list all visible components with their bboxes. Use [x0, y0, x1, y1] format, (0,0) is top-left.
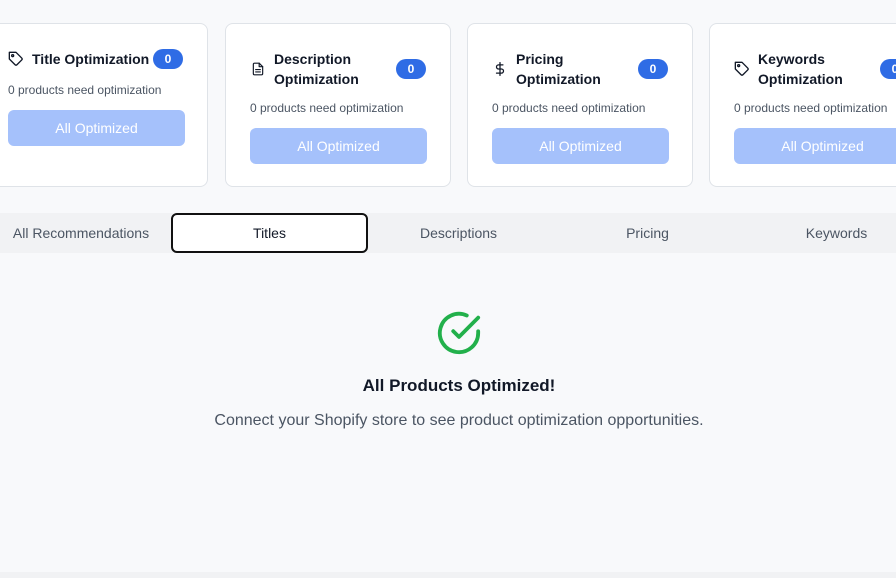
tab-keywords[interactable]: Keywords — [745, 213, 896, 253]
count-badge: 0 — [153, 49, 183, 69]
optimization-cards: Title Optimization 0 0 products need opt… — [0, 0, 896, 200]
count-badge: 0 — [880, 59, 896, 79]
check-circle-icon — [436, 310, 482, 361]
all-optimized-button[interactable]: All Optimized — [250, 128, 427, 164]
dollar-icon — [492, 61, 508, 77]
all-optimized-button[interactable]: All Optimized — [734, 128, 896, 164]
count-badge: 0 — [396, 59, 426, 79]
empty-state-subtitle: Connect your Shopify store to see produc… — [214, 412, 704, 429]
card-title: Description Optimization — [274, 51, 359, 87]
all-optimized-button[interactable]: All Optimized — [8, 110, 185, 146]
tab-pricing[interactable]: Pricing — [556, 213, 739, 253]
card-title: Pricing Optimization — [516, 51, 601, 87]
count-badge: 0 — [638, 59, 668, 79]
tab-titles[interactable]: Titles — [171, 213, 368, 253]
empty-state-title: All Products Optimized! — [362, 376, 556, 395]
card-subtitle: 0 products need optimization — [492, 101, 646, 115]
tag-icon — [734, 61, 750, 77]
card-title-optimization: Title Optimization 0 0 products need opt… — [0, 23, 208, 187]
card-pricing-optimization: Pricing Optimization 0 0 products need o… — [467, 23, 693, 187]
card-title: Title Optimization — [32, 51, 150, 67]
tag-icon — [8, 51, 24, 67]
document-icon — [250, 61, 266, 77]
card-description-optimization: Description Optimization 0 0 products ne… — [225, 23, 451, 187]
footer-divider — [0, 572, 896, 578]
all-optimized-button[interactable]: All Optimized — [492, 128, 669, 164]
recommendation-tabs: All Recommendations Titles Descriptions … — [0, 213, 896, 253]
card-title: Keywords Optimization — [758, 51, 843, 87]
card-keywords-optimization: Keywords Optimization 0 0 products need … — [709, 23, 896, 187]
card-subtitle: 0 products need optimization — [8, 83, 162, 97]
card-subtitle: 0 products need optimization — [250, 101, 404, 115]
tab-descriptions[interactable]: Descriptions — [368, 213, 549, 253]
tab-all-recommendations[interactable]: All Recommendations — [0, 213, 162, 253]
card-subtitle: 0 products need optimization — [734, 101, 888, 115]
